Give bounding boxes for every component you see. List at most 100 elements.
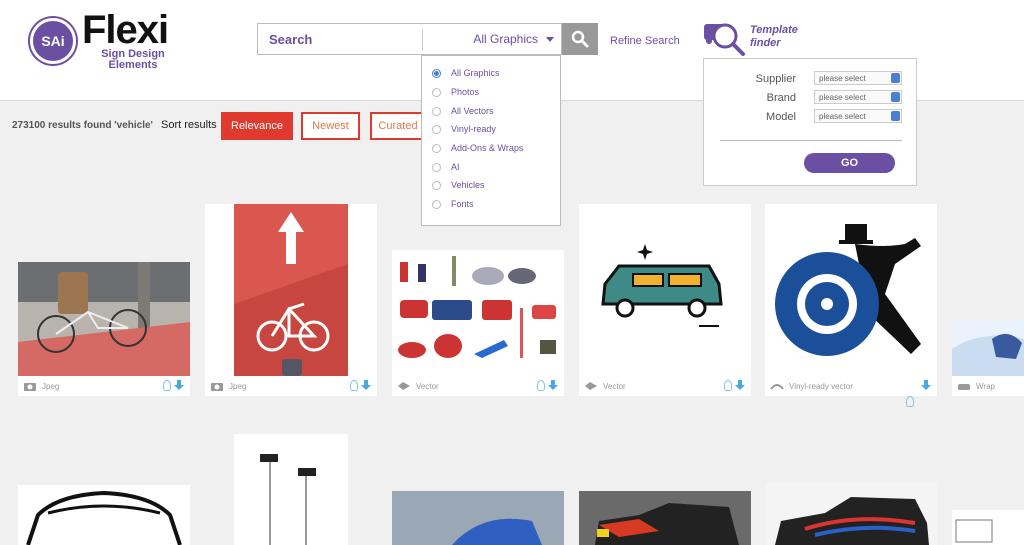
logo-subtitle: Sign Design Elements [101,48,165,71]
template-finder-panel: Supplier please select Brand please sele… [703,58,917,186]
dropdown-option[interactable]: Vinyl-ready [432,122,496,136]
card-footer: Jpeg [205,376,377,396]
vector-icon [584,381,598,391]
dropdown-option[interactable]: Photos [432,85,479,99]
flexi-logo[interactable]: SAi Flexi Sign Design Elements [30,8,190,72]
camera-icon [23,381,37,391]
sort-newest-button[interactable]: Newest [301,112,360,140]
download-icon[interactable] [548,380,558,391]
select-arrows-icon [891,92,900,102]
card-thumbnail[interactable] [765,483,937,545]
card-footer: Vector [579,376,751,396]
card-footer: Vinyl-ready vector [765,376,937,396]
card-thumbnail[interactable] [18,485,190,545]
lightbulb-icon[interactable] [163,380,171,391]
vector-icon [397,381,411,391]
select-arrows-icon [891,111,900,121]
download-icon[interactable] [921,380,931,391]
radio-icon [432,143,441,153]
dropdown-option[interactable]: All Vectors [432,104,494,118]
result-card[interactable]: Vector [392,250,564,396]
search-box[interactable]: Search All Graphics [257,23,562,55]
lightbulb-icon[interactable] [537,380,545,391]
template-finder-label[interactable]: Template finder [750,24,798,50]
radio-icon [432,87,441,97]
divider [720,140,902,141]
dropdown-option[interactable]: All Graphics [432,66,500,80]
model-row: Model please select [704,109,918,125]
radio-icon [432,180,441,190]
search-divider [422,29,423,51]
logo-title: Flexi [82,8,169,52]
lightbulb-icon[interactable] [350,380,358,391]
card-thumbnail[interactable] [579,491,751,545]
model-label: Model [766,111,796,123]
download-icon[interactable] [735,380,745,391]
card-thumbnail[interactable] [18,262,190,376]
card-thumbnail[interactable] [234,204,348,376]
card-type: Jpeg [229,381,247,391]
card-thumbnail[interactable] [765,204,937,376]
card-type: Vector [603,381,626,391]
download-icon[interactable] [361,380,371,391]
result-card[interactable] [765,483,937,545]
download-icon[interactable] [174,380,184,391]
card-type: Vinyl-ready vector [789,381,853,391]
template-finder-icon[interactable] [703,20,747,56]
sort-curated-button[interactable]: Curated [370,112,426,140]
card-thumbnail[interactable] [234,434,348,545]
dropdown-option[interactable]: Add-Ons & Wraps [432,141,523,155]
results-count: 273100 results found 'vehicle' [12,120,153,131]
search-input[interactable]: Search [269,32,312,47]
supplier-row: Supplier please select [704,71,918,87]
vinyl-icon [770,381,784,391]
wrap-icon [957,381,971,391]
brand-row: Brand please select [704,90,918,106]
result-card[interactable] [18,485,190,545]
card-type: Vector [416,381,439,391]
select-arrows-icon [891,73,900,83]
go-button[interactable]: GO [804,153,895,173]
result-card[interactable]: Jpeg [18,262,190,396]
supplier-select[interactable]: please select [814,71,902,85]
camera-icon [210,381,224,391]
result-card[interactable]: Wrap [952,319,1024,396]
model-select[interactable]: please select [814,109,902,123]
result-card[interactable] [234,434,348,545]
radio-icon [432,199,441,209]
card-type: Wrap [976,381,995,391]
magnifier-icon [571,30,589,48]
card-thumbnail[interactable] [392,491,564,545]
card-footer: Wrap [952,376,1024,396]
radio-icon [432,162,441,172]
lightbulb-icon[interactable] [724,380,732,391]
result-card[interactable]: Vinyl-ready vector [765,204,937,396]
radio-icon [432,124,441,134]
sort-relevance-button[interactable]: Relevance [221,112,293,140]
supplier-label: Supplier [755,73,796,85]
result-card[interactable]: Jpeg [205,204,377,396]
card-thumbnail[interactable] [392,250,564,376]
category-select[interactable]: All Graphics [426,24,562,54]
category-dropdown: All Graphics Photos All Vectors Vinyl-re… [421,55,561,226]
card-thumbnail[interactable] [952,319,1024,376]
brand-select[interactable]: please select [814,90,902,104]
result-card[interactable] [952,510,1024,545]
sai-logo-badge: SAi [30,18,76,64]
dropdown-option[interactable]: Vehicles [432,178,485,192]
card-thumbnail[interactable] [579,204,751,376]
card-type: Jpeg [42,381,60,391]
radio-selected-icon [432,68,441,78]
card-thumbnail[interactable] [952,510,1024,545]
card-footer: Vector [392,376,564,396]
lightbulb-icon[interactable] [906,396,914,407]
result-card[interactable] [579,491,751,545]
category-select-value: All Graphics [473,32,538,46]
brand-label: Brand [766,92,796,104]
search-button[interactable] [562,23,598,55]
dropdown-option[interactable]: Fonts [432,197,474,211]
dropdown-option[interactable]: AI [432,160,460,174]
result-card[interactable] [392,491,564,545]
result-card[interactable]: Vector [579,204,751,396]
refine-search-link[interactable]: Refine Search [610,35,680,47]
